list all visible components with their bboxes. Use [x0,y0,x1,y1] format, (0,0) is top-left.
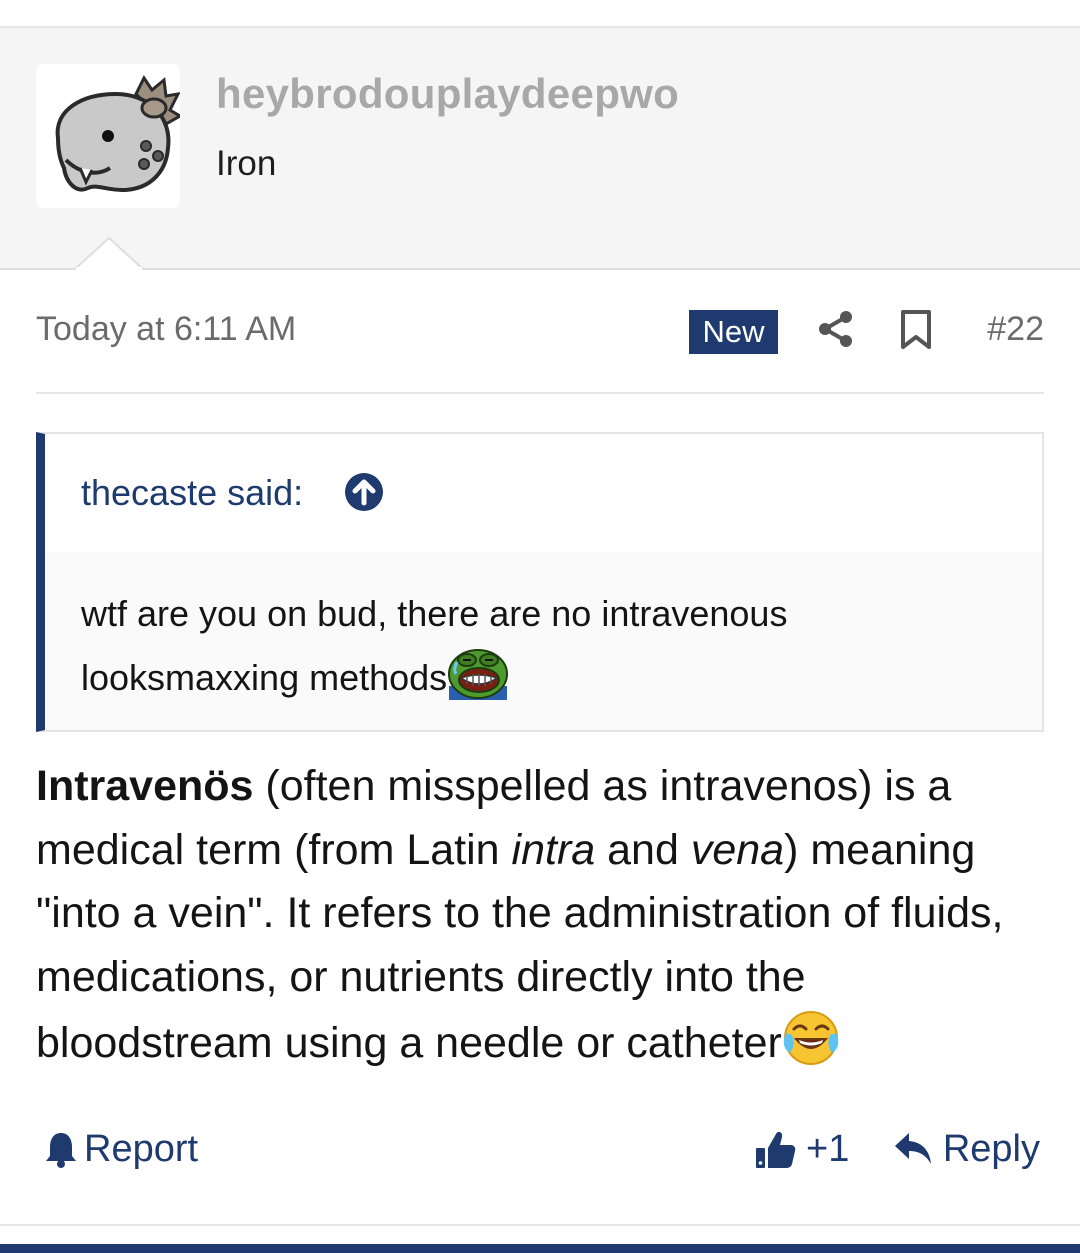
share-icon[interactable] [816,309,856,349]
user-header: heybrodouplaydeepwo Iron [0,28,1080,270]
bold-term: Intravenös [36,762,254,810]
avatar[interactable] [36,64,180,208]
quote-text: wtf are you on bud, there are no intrave… [81,582,981,710]
latin-word-1: intra [511,825,596,874]
post-meta: Today at 6:11 AM New #22 [36,300,1044,362]
header-pointer [74,236,144,270]
report-button[interactable]: Report [44,1124,198,1174]
next-post-bar [0,1244,1080,1253]
pepe-laughing-emoji [447,648,509,700]
user-rank: Iron [216,144,277,183]
thumbs-up-icon [756,1131,796,1168]
quote-line-2: looksmaxxing methods [81,657,448,698]
body-text-2: and [595,825,691,874]
reply-button[interactable]: Reply [893,1124,1040,1174]
quote-author[interactable]: thecaste said: [81,472,303,514]
report-label: Report [84,1127,199,1170]
like-button[interactable]: +1 [754,1124,849,1174]
latin-word-2: vena [690,825,785,874]
post-number[interactable]: #22 [987,310,1044,349]
divider [36,392,1044,394]
bell-icon [46,1133,76,1168]
new-badge: New [689,310,778,354]
post-date[interactable]: Today at 6:11 AM [36,310,296,349]
like-count: +1 [806,1127,850,1170]
top-strip [0,0,1080,28]
bookmark-icon[interactable] [898,309,934,351]
reply-arrow-icon [894,1133,931,1164]
face-with-tears-of-joy-emoji [782,1009,840,1067]
divider [0,1224,1080,1226]
quote-line-1: wtf are you on bud, there are no intrave… [81,593,788,634]
arrow-up-circle-icon[interactable] [344,472,384,512]
post-actions: Report +1 Reply [36,1118,1044,1178]
post-body: Intravenös (often misspelled as intraven… [36,755,1046,1076]
username[interactable]: heybrodouplaydeepwo [216,70,679,118]
quote-header: thecaste said: [45,434,1042,552]
reply-label: Reply [942,1127,1040,1170]
quote-block: thecaste said: wtf are you on bud, there… [36,432,1044,732]
avatar-icon [36,64,180,208]
